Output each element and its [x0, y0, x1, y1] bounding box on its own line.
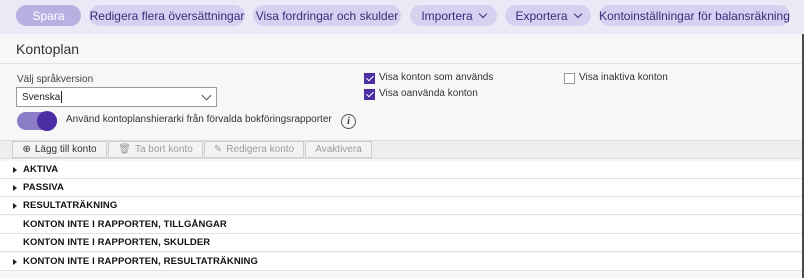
edit-icon: ✎: [213, 144, 223, 155]
edit-translations-label: Redigera flera översättningar: [89, 8, 245, 23]
edit-translations-button[interactable]: Redigera flera översättningar: [89, 5, 245, 26]
hierarchy-toggle[interactable]: [17, 111, 57, 131]
show-used-label: Visa konton som används: [379, 72, 494, 83]
tree-row-not-in-report-income[interactable]: KONTON INTE I RAPPORTEN, RESULTATRÄKNING: [0, 253, 802, 271]
tree-row-passiva[interactable]: PASSIVA: [0, 179, 802, 197]
tree-row-resultatrakning[interactable]: RESULTATRÄKNING: [0, 197, 802, 215]
text-caret: [61, 91, 63, 103]
edit-account-button[interactable]: ✎ Redigera konto: [204, 141, 304, 158]
tree-row-label: KONTON INTE I RAPPORTEN, SKULDER: [23, 237, 211, 248]
balance-settings-button[interactable]: Kontoinställningar för balansräkning: [599, 5, 790, 26]
toggle-knob: [37, 111, 57, 131]
expand-arrow-icon[interactable]: [13, 259, 17, 265]
tree-row-label: AKTIVA: [23, 164, 59, 175]
receivables-label: Visa fordringar och skulder: [255, 8, 399, 23]
save-button[interactable]: Spara: [16, 5, 81, 26]
show-unused-label: Visa oanvända konton: [379, 88, 478, 99]
title-divider: [0, 63, 802, 64]
tree-row-label: KONTON INTE I RAPPORTEN, TILLGÅNGAR: [23, 219, 227, 230]
trash-icon: 🗑: [118, 144, 131, 155]
receivables-button[interactable]: Visa fordringar och skulder: [253, 5, 401, 26]
import-label: Importera: [421, 8, 473, 23]
tree-row-label: KONTON INTE I RAPPORTEN, RESULTATRÄKNING: [23, 256, 258, 267]
chevron-down-icon: [201, 90, 212, 101]
tree-row-aktiva[interactable]: AKTIVA: [0, 161, 802, 179]
save-label: Spara: [32, 8, 65, 23]
expand-arrow-icon[interactable]: [13, 203, 17, 209]
chevron-down-icon: [478, 9, 487, 18]
chevron-down-icon: [573, 9, 582, 18]
deactivate-button[interactable]: Avaktivera: [305, 141, 372, 158]
language-label: Välj språkversion: [17, 74, 94, 85]
deactivate-label: Avaktivera: [315, 144, 362, 155]
delete-account-button[interactable]: 🗑 Ta bort konto: [108, 141, 203, 158]
top-toolbar: Spara Redigera flera översättningar Visa…: [0, 0, 804, 34]
app-root: Spara Redigera flera översättningar Visa…: [0, 0, 804, 278]
expand-arrow-icon[interactable]: [13, 167, 17, 173]
tree-row-not-in-report-liabilities[interactable]: KONTON INTE I RAPPORTEN, SKULDER: [0, 234, 802, 252]
plus-circle-icon: ⊕: [22, 144, 31, 155]
tree-row-label: PASSIVA: [23, 182, 64, 193]
balance-settings-label: Kontoinställningar för balansräkning: [599, 8, 790, 23]
tree-row-not-in-report-assets[interactable]: KONTON INTE I RAPPORTEN, TILLGÅNGAR: [0, 216, 802, 234]
language-value: Svenska: [22, 91, 61, 103]
tree-row-label: RESULTATRÄKNING: [23, 200, 118, 211]
language-select[interactable]: Svenska: [16, 87, 217, 107]
edit-account-label: Redigera konto: [226, 144, 295, 155]
export-label: Exportera: [515, 8, 568, 23]
page-title: Kontoplan: [16, 41, 80, 57]
add-account-button[interactable]: ⊕ Lägg till konto: [12, 141, 107, 158]
hierarchy-toggle-label: Använd kontoplanshierarki från förvalda …: [66, 114, 332, 125]
expand-arrow-icon[interactable]: [13, 185, 17, 191]
show-used-checkbox[interactable]: [364, 73, 375, 84]
show-inactive-label: Visa inaktiva konton: [579, 72, 668, 83]
info-icon[interactable]: i: [341, 114, 356, 129]
add-account-label: Lägg till konto: [34, 144, 97, 155]
show-unused-checkbox[interactable]: [364, 89, 375, 100]
export-button[interactable]: Exportera: [505, 5, 591, 26]
show-inactive-checkbox[interactable]: [564, 73, 575, 84]
delete-account-label: Ta bort konto: [134, 144, 193, 155]
import-button[interactable]: Importera: [410, 5, 497, 26]
